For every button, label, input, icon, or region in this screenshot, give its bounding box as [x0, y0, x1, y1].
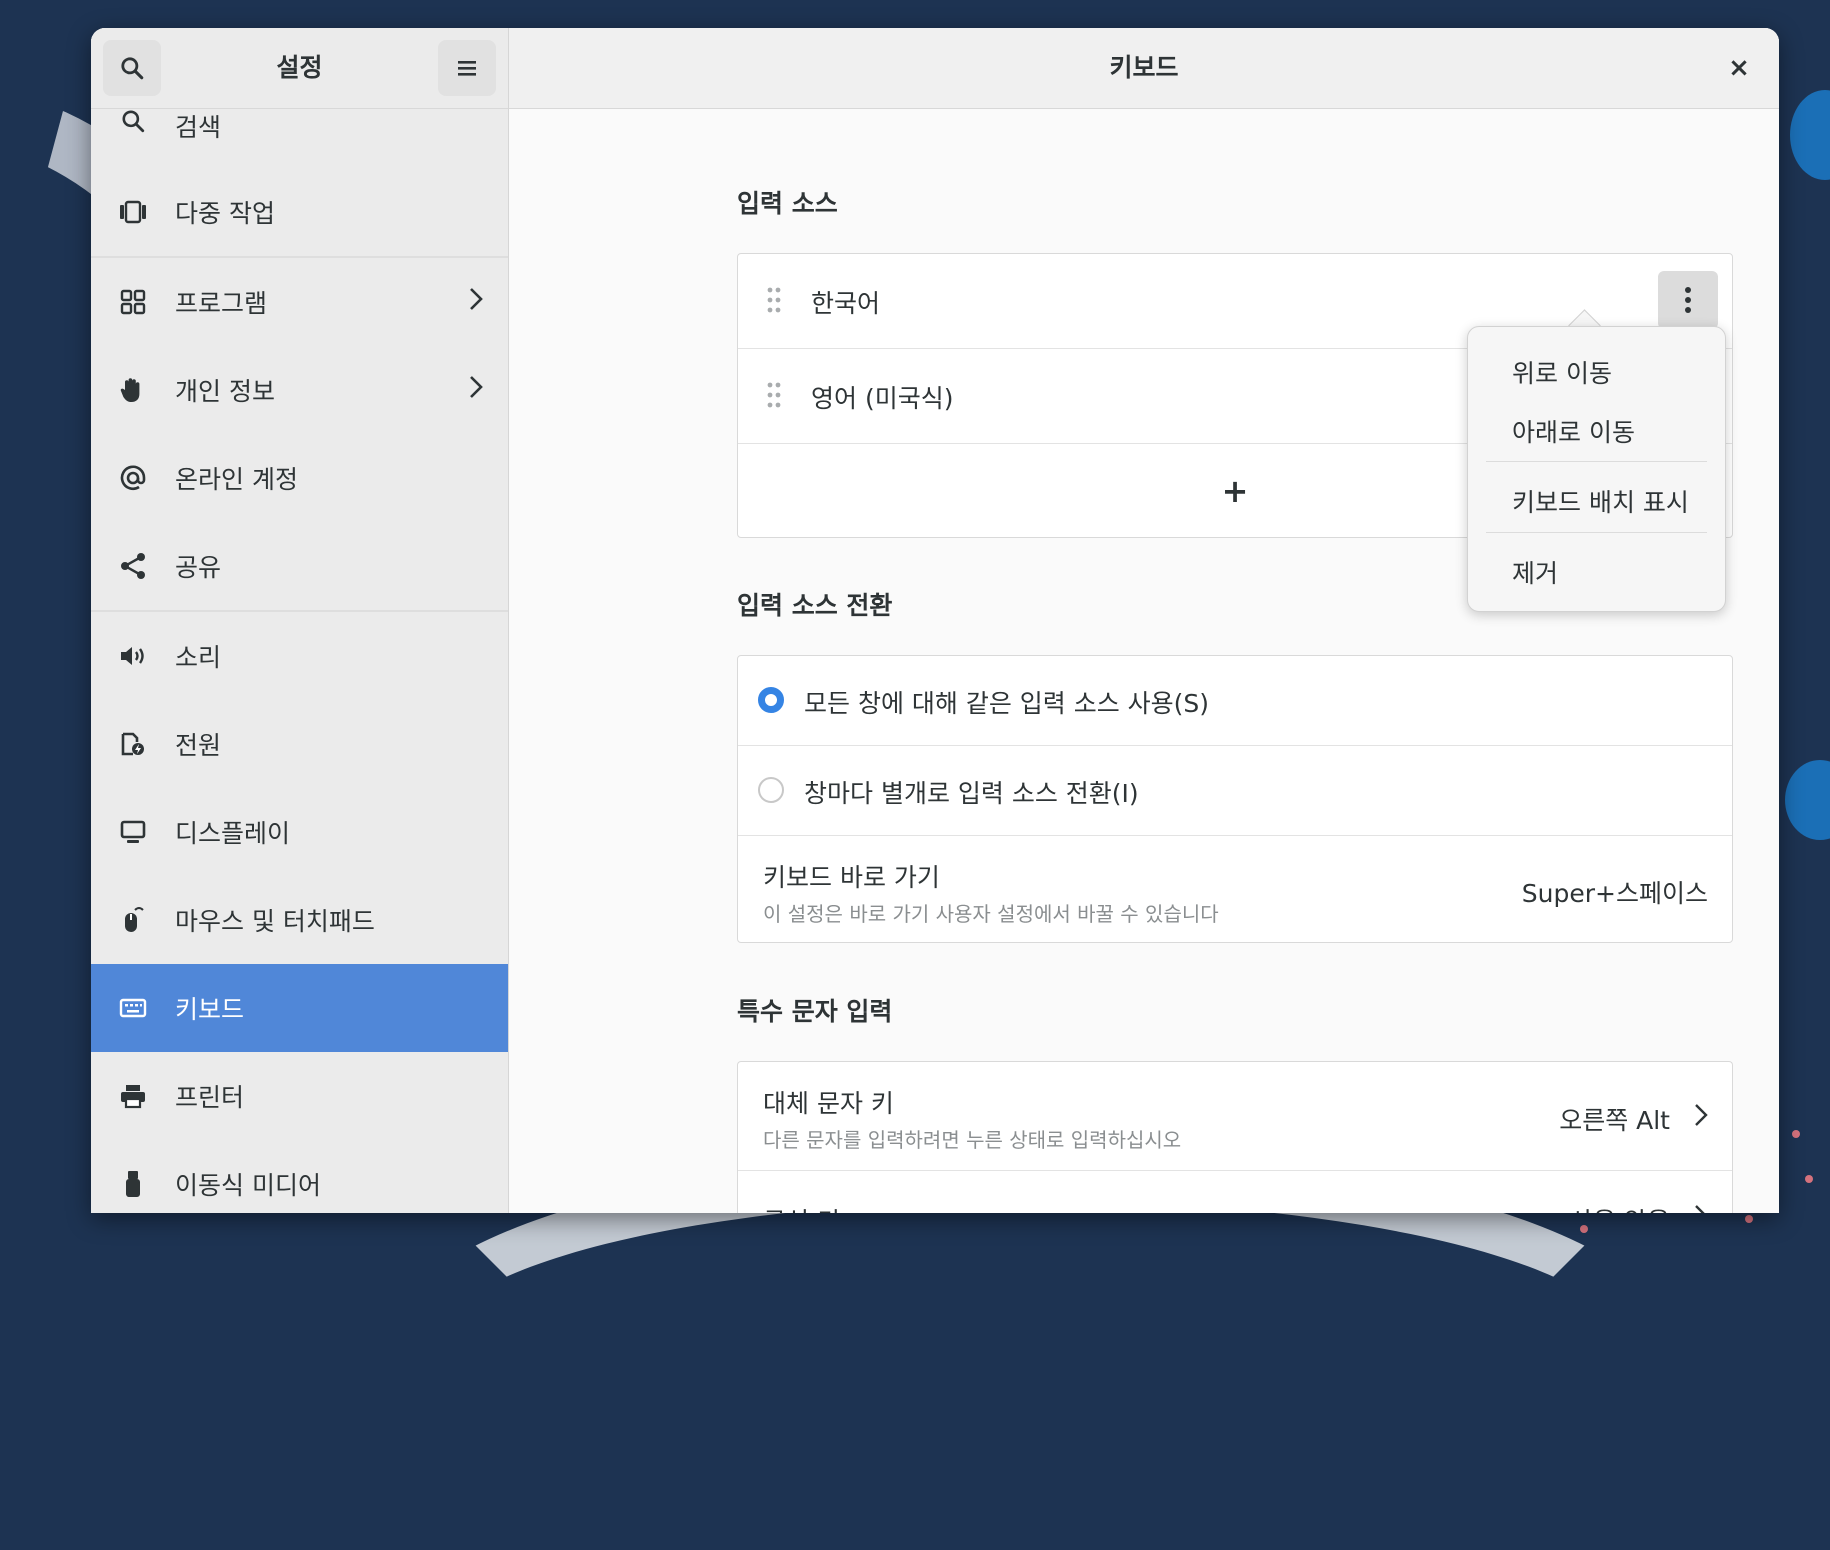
- wallpaper-dot: [1805, 1175, 1813, 1183]
- power-icon: [113, 730, 153, 758]
- compose-key-value: 사용 않음: [1570, 1202, 1670, 1213]
- shortcut-subtitle: 이 설정은 바로 가기 사용자 설정에서 바꿀 수 있습니다: [763, 902, 1219, 926]
- main-menu-button[interactable]: [438, 40, 496, 96]
- main-panel: 키보드 × 입력 소스 한국어 영어 (미국식) + 입력 소스 전환 모든 창…: [509, 28, 1779, 1213]
- sidebar-item-mouse[interactable]: 마우스 및 터치패드: [91, 876, 508, 964]
- section-title-input-sources: 입력 소스: [737, 189, 838, 218]
- menu-separator: [1486, 532, 1707, 533]
- compose-key-label: 구성 키: [763, 1202, 840, 1213]
- wallpaper-dot: [1580, 1225, 1588, 1233]
- sidebar: 설정 검색 다중 작업 프로그램 개인 정보 온라인 계정 공유 소리 전원 디…: [91, 28, 509, 1213]
- sidebar-item-label: 프린터: [175, 1083, 245, 1112]
- sidebar-item-online-accounts[interactable]: 온라인 계정: [91, 434, 508, 522]
- sidebar-item-label: 전원: [175, 731, 222, 760]
- chevron-right-icon: [468, 374, 484, 406]
- sidebar-item-privacy[interactable]: 개인 정보: [91, 346, 508, 434]
- chevron-right-icon: [1694, 1204, 1708, 1213]
- wallpaper-dot: [1792, 1130, 1800, 1138]
- menu-item-remove[interactable]: 제거: [1512, 554, 1558, 590]
- display-icon: [113, 819, 153, 845]
- apps-grid-icon: [113, 289, 153, 315]
- input-source-menu-button[interactable]: [1658, 271, 1718, 329]
- section-title-special-chars: 특수 문자 입력: [737, 997, 893, 1026]
- input-source-name: 한국어: [811, 289, 881, 318]
- sidebar-item-apps[interactable]: 프로그램: [91, 258, 508, 346]
- vertical-ellipsis-icon: [1685, 287, 1691, 313]
- wallpaper-bubble: [1785, 760, 1830, 840]
- source-switching-list: 모든 창에 대해 같은 입력 소스 사용(S) 창마다 별개로 입력 소스 전환…: [737, 655, 1733, 943]
- alternate-chars-value: 오른쪽 Alt: [1559, 1106, 1670, 1135]
- menu-separator: [1486, 461, 1707, 462]
- drag-handle-icon[interactable]: [766, 381, 782, 413]
- sidebar-item-label: 키보드: [175, 995, 245, 1024]
- sidebar-item-label: 검색: [175, 113, 222, 142]
- hamburger-icon: [458, 61, 476, 76]
- search-icon: [113, 108, 153, 134]
- sidebar-item-label: 디스플레이: [175, 819, 291, 848]
- shortcut-label: 키보드 바로 가기: [763, 863, 940, 892]
- sidebar-item-printers[interactable]: 프린터: [91, 1052, 508, 1140]
- speaker-icon: [113, 644, 153, 668]
- radio-row-per-window[interactable]: 창마다 별개로 입력 소스 전환(I): [738, 746, 1732, 836]
- share-icon: [113, 552, 153, 580]
- printer-icon: [113, 1083, 153, 1109]
- content-column: 입력 소스 한국어 영어 (미국식) + 입력 소스 전환 모든 창에 대해 같…: [737, 108, 1733, 1213]
- radio-label: 모든 창에 대해 같은 입력 소스 사용(S): [804, 689, 1210, 718]
- sidebar-item-displays[interactable]: 디스플레이: [91, 788, 508, 876]
- sidebar-item-search[interactable]: 검색: [91, 94, 508, 168]
- close-icon: ×: [1728, 53, 1750, 83]
- page-title: 키보드: [1109, 53, 1179, 82]
- hand-icon: [113, 376, 153, 404]
- drag-handle-icon[interactable]: [766, 286, 782, 318]
- radio-button-same-source[interactable]: [758, 687, 784, 713]
- chevron-right-icon: [468, 286, 484, 318]
- chevron-right-icon: [1694, 1103, 1708, 1131]
- input-source-popover-menu: 위로 이동 아래로 이동 키보드 배치 표시 제거: [1467, 326, 1726, 612]
- alternate-chars-label: 대체 문자 키: [763, 1089, 894, 1118]
- usb-drive-icon: [113, 1169, 153, 1199]
- radio-label: 창마다 별개로 입력 소스 전환(I): [804, 779, 1139, 808]
- sidebar-item-removable-media[interactable]: 이동식 미디어: [91, 1140, 508, 1213]
- menu-item-show-layout[interactable]: 키보드 배치 표시: [1512, 483, 1689, 519]
- sidebar-item-keyboard[interactable]: 키보드: [91, 964, 508, 1052]
- plus-icon: +: [1221, 472, 1249, 510]
- sidebar-item-label: 공유: [175, 553, 222, 582]
- sidebar-item-label: 마우스 및 터치패드: [175, 907, 375, 936]
- mouse-icon: [113, 905, 153, 935]
- sidebar-item-label: 프로그램: [175, 289, 268, 318]
- radio-button-per-window[interactable]: [758, 777, 784, 803]
- sidebar-item-label: 개인 정보: [175, 377, 275, 406]
- keyboard-shortcut-row[interactable]: 키보드 바로 가기 이 설정은 바로 가기 사용자 설정에서 바꿀 수 있습니다…: [738, 836, 1732, 942]
- settings-window: 설정 검색 다중 작업 프로그램 개인 정보 온라인 계정 공유 소리 전원 디…: [91, 28, 1779, 1213]
- wallpaper-bubble: [1790, 90, 1830, 180]
- multitasking-icon: [113, 199, 153, 225]
- alternate-chars-key-row[interactable]: 대체 문자 키 다른 문자를 입력하려면 누른 상태로 입력하십시오 오른쪽 A…: [738, 1062, 1732, 1171]
- section-title-source-switching: 입력 소스 전환: [737, 591, 893, 620]
- compose-key-row[interactable]: 구성 키 사용 않음: [738, 1171, 1732, 1213]
- at-sign-icon: [113, 464, 153, 492]
- shortcut-value: Super+스페이스: [1521, 879, 1708, 908]
- sidebar-item-sharing[interactable]: 공유: [91, 522, 508, 610]
- sidebar-item-label: 소리: [175, 643, 222, 672]
- close-button[interactable]: ×: [1721, 50, 1757, 86]
- sidebar-item-label: 다중 작업: [175, 199, 275, 228]
- keyboard-icon: [113, 997, 153, 1019]
- menu-item-move-up[interactable]: 위로 이동: [1512, 354, 1612, 390]
- sidebar-list: 검색 다중 작업 프로그램 개인 정보 온라인 계정 공유 소리 전원 디스플레…: [91, 94, 508, 1213]
- wallpaper-dot: [1745, 1215, 1753, 1223]
- sidebar-item-multitasking[interactable]: 다중 작업: [91, 168, 508, 256]
- sidebar-item-label: 이동식 미디어: [175, 1171, 321, 1200]
- sidebar-item-power[interactable]: 전원: [91, 700, 508, 788]
- input-source-name: 영어 (미국식): [811, 384, 954, 413]
- radio-row-same-source[interactable]: 모든 창에 대해 같은 입력 소스 사용(S): [738, 656, 1732, 746]
- special-chars-list: 대체 문자 키 다른 문자를 입력하려면 누른 상태로 입력하십시오 오른쪽 A…: [737, 1061, 1733, 1213]
- sidebar-item-sound[interactable]: 소리: [91, 612, 508, 700]
- main-headerbar: 키보드 ×: [509, 28, 1779, 109]
- keyboard-settings-content: 입력 소스 한국어 영어 (미국식) + 입력 소스 전환 모든 창에 대해 같…: [509, 108, 1779, 1213]
- alternate-chars-subtitle: 다른 문자를 입력하려면 누른 상태로 입력하십시오: [763, 1128, 1182, 1152]
- menu-item-move-down[interactable]: 아래로 이동: [1512, 413, 1635, 449]
- sidebar-item-label: 온라인 계정: [175, 465, 298, 494]
